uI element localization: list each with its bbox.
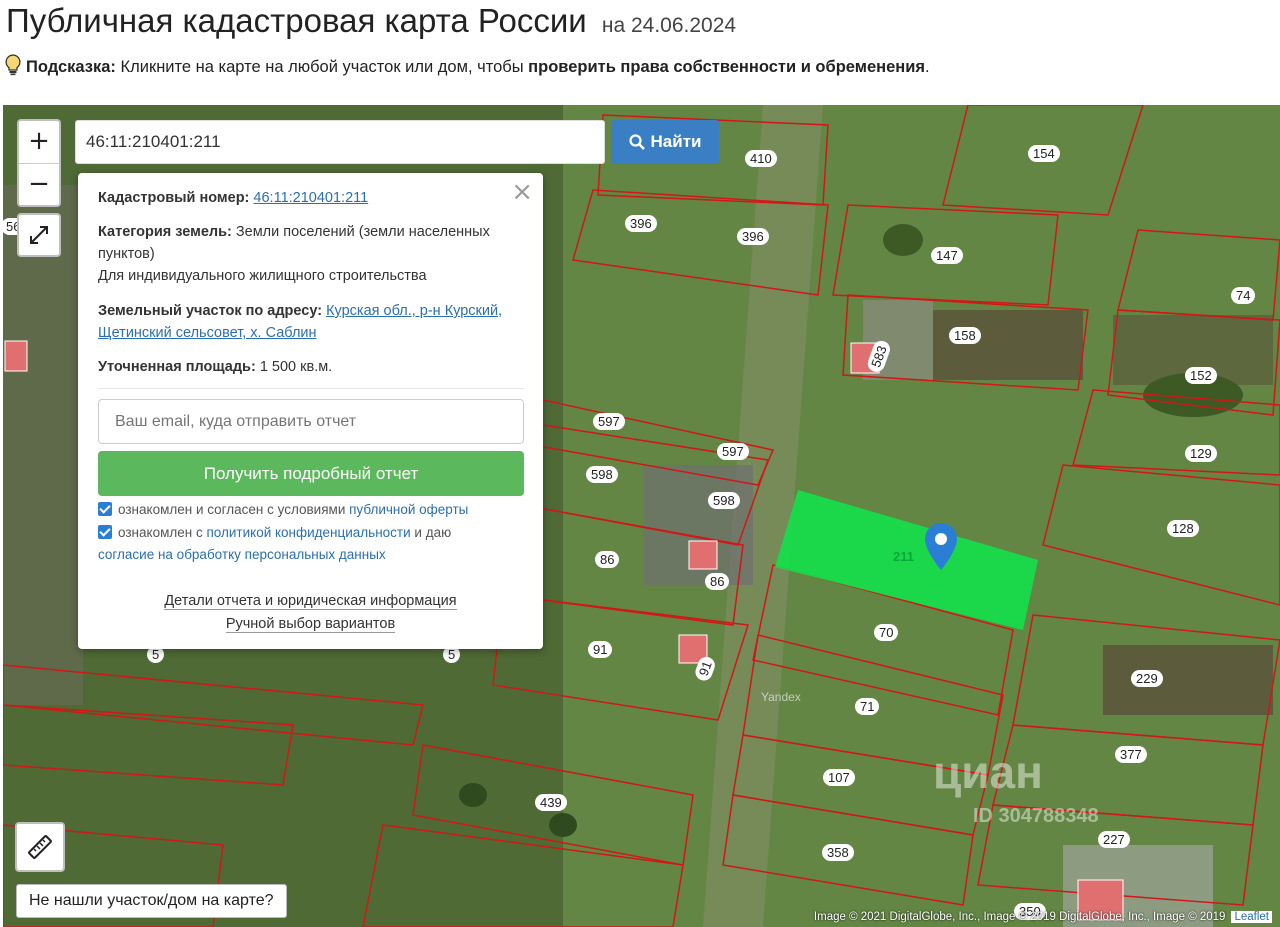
area-value: 1 500 кв.м.: [259, 359, 333, 375]
plot-label[interactable]: 71: [855, 698, 880, 715]
hint-bar: Подсказка: Кликните на карте на любой уч…: [4, 54, 930, 77]
page-title: Публичная кадастровая карта России на 24…: [6, 2, 736, 40]
privacy-policy-link[interactable]: политикой конфиденциальности: [206, 525, 410, 540]
land-use-value: Для индивидуального жилищного строительс…: [98, 268, 427, 284]
plot-label[interactable]: 597: [593, 413, 625, 430]
plot-label[interactable]: 396: [625, 215, 657, 232]
privacy-consent-text-2: и даю: [414, 525, 452, 540]
plot-label[interactable]: 229: [1131, 670, 1163, 687]
plot-label[interactable]: 154: [1028, 145, 1060, 162]
map-attribution: Image © 2021 DigitalGlobe, Inc., Image ©…: [814, 911, 1272, 923]
zoom-out-button[interactable]: −: [19, 164, 59, 206]
personal-data-consent-link[interactable]: согласие на обработку персональных данны…: [98, 547, 386, 562]
plot-label[interactable]: 227: [1098, 831, 1130, 848]
privacy-consent-checkbox-row[interactable]: ознакомлен с политикой конфиденциальност…: [98, 522, 528, 566]
public-offer-link[interactable]: публичной оферты: [349, 502, 468, 517]
plot-label[interactable]: 129: [1185, 445, 1217, 462]
land-category-label: Категория земель:: [98, 224, 232, 240]
title-date: на 24.06.2024: [601, 14, 737, 37]
cian-watermark: циан ID 304788348: [933, 745, 1099, 827]
plot-info-popup: × Кадастровый номер: 46:11:210401:211 Ка…: [78, 173, 543, 649]
plot-label[interactable]: 377: [1115, 746, 1147, 763]
map-view[interactable]: Yandex циан ID 304788348 410 154 396 396…: [3, 105, 1280, 927]
plot-label[interactable]: 107: [823, 769, 855, 786]
offer-consent-text: ознакомлен и согласен с условиями: [118, 502, 346, 517]
plot-label[interactable]: 74: [1231, 287, 1256, 304]
not-found-button[interactable]: Не нашли участок/дом на карте?: [16, 884, 287, 918]
plot-label[interactable]: 598: [708, 492, 740, 509]
zoom-in-button[interactable]: +: [19, 121, 59, 164]
details-link-row: Детали отчета и юридическая информация: [78, 593, 543, 610]
plot-label[interactable]: 598: [586, 466, 618, 483]
fullscreen-button[interactable]: [17, 213, 61, 257]
get-report-button[interactable]: Получить подробный отчет: [98, 451, 524, 496]
plot-label[interactable]: 410: [745, 150, 777, 167]
cian-watermark-id: ID 304788348: [973, 805, 1099, 827]
address-label: Земельный участок по адресу:: [98, 303, 323, 319]
map-marker-icon[interactable]: [924, 522, 958, 572]
cian-watermark-text: циан: [933, 746, 1043, 798]
cadastral-number-row: Кадастровый номер: 46:11:210401:211: [98, 187, 518, 209]
cadastral-search-input[interactable]: 46:11:210401:211: [75, 120, 605, 164]
plot-label[interactable]: 147: [931, 247, 963, 264]
area-row: Уточненная площадь: 1 500 кв.м.: [98, 356, 518, 378]
privacy-consent-text: ознакомлен с: [118, 525, 203, 540]
plot-label[interactable]: 70: [874, 624, 899, 641]
email-input[interactable]: [98, 399, 524, 444]
search-icon: [628, 134, 645, 150]
selected-plot-label: 211: [893, 549, 914, 564]
report-details-link[interactable]: Детали отчета и юридическая информация: [164, 593, 457, 610]
area-label: Уточненная площадь:: [98, 359, 256, 375]
attribution-text: Image © 2021 DigitalGlobe, Inc., Image ©…: [813, 911, 1226, 923]
manual-selection-link[interactable]: Ручной выбор вариантов: [225, 616, 396, 633]
plot-label[interactable]: 597: [717, 443, 749, 460]
plot-label[interactable]: 158: [949, 327, 981, 344]
zoom-control: + −: [17, 119, 61, 207]
privacy-checkbox[interactable]: [98, 525, 112, 539]
plot-label[interactable]: 358: [822, 844, 854, 861]
plot-label[interactable]: 152: [1185, 367, 1217, 384]
search-button-label: Найти: [650, 132, 702, 151]
title-text: Публичная кадастровая карта России: [6, 2, 587, 39]
offer-consent-checkbox-row[interactable]: ознакомлен и согласен с условиями публич…: [98, 499, 528, 521]
cadastral-number-link[interactable]: 46:11:210401:211: [253, 190, 368, 206]
expand-icon: [30, 226, 48, 244]
lightbulb-icon: [5, 54, 21, 76]
hint-bold-text: проверить права собственности и обремене…: [528, 58, 926, 76]
hint-end: .: [925, 58, 930, 76]
popup-divider: [98, 388, 524, 389]
offer-checkbox[interactable]: [98, 502, 112, 516]
plot-label[interactable]: 86: [595, 551, 620, 568]
plot-label[interactable]: 91: [588, 641, 613, 658]
ruler-button[interactable]: [15, 822, 65, 872]
plot-label[interactable]: 439: [535, 794, 567, 811]
ruler-icon: [28, 835, 52, 859]
yandex-watermark: Yandex: [761, 690, 801, 704]
plot-label[interactable]: 128: [1167, 520, 1199, 537]
cadastral-number-label: Кадастровый номер:: [98, 190, 250, 206]
hint-text: Кликните на карте на любой участок или д…: [120, 58, 524, 76]
plot-label[interactable]: 86: [705, 573, 730, 590]
manual-link-row: Ручной выбор вариантов: [78, 616, 543, 633]
search-button[interactable]: Найти: [611, 120, 719, 164]
land-category-row: Категория земель: Земли поселений (земли…: [98, 221, 518, 287]
address-row: Земельный участок по адресу: Курская обл…: [98, 300, 518, 344]
plot-label[interactable]: 396: [737, 228, 769, 245]
hint-label: Подсказка:: [26, 58, 116, 76]
leaflet-link[interactable]: Leaflet: [1231, 911, 1272, 923]
